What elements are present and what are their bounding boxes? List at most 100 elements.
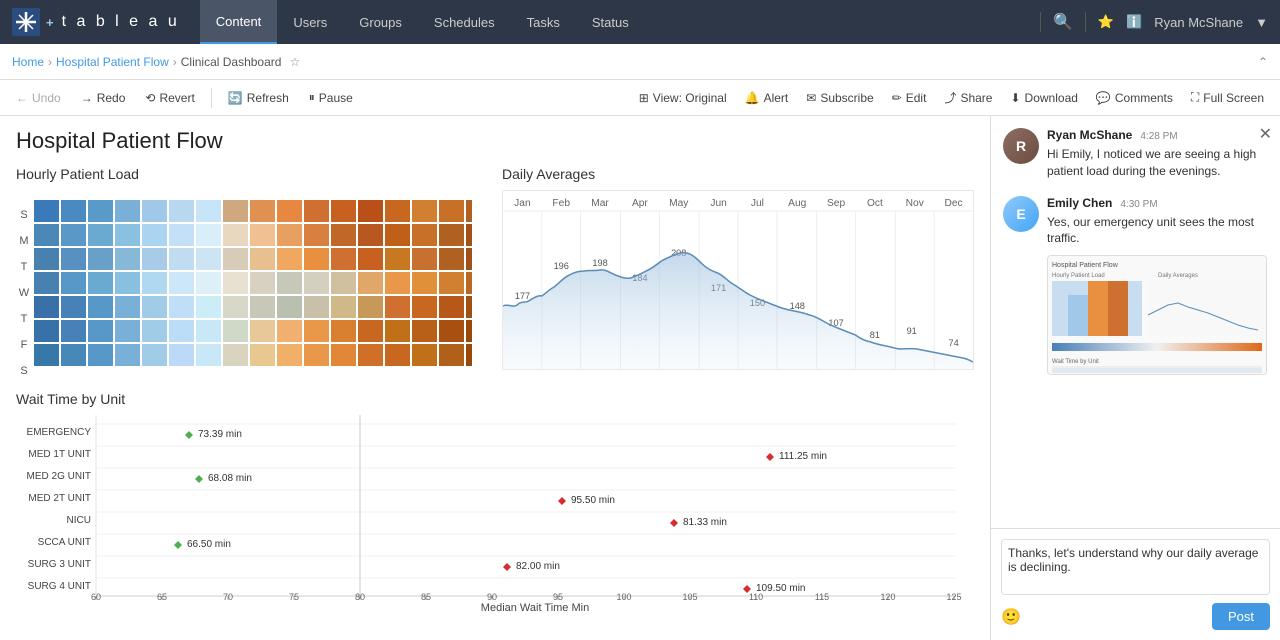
share-button[interactable]: ⤴ Share	[936, 85, 1000, 110]
nav-items: Content Users Groups Schedules Tasks Sta…	[200, 0, 645, 44]
wait-time-section: Wait Time by Unit EMERGENCY MED 1T UNIT …	[16, 391, 974, 614]
svg-text:109.50 min: 109.50 min	[756, 583, 805, 594]
comment-header: Ryan McShane 4:28 PM	[1047, 128, 1268, 142]
svg-text:91: 91	[907, 326, 917, 336]
search-icon[interactable]: 🔍	[1053, 12, 1073, 32]
user-chevron[interactable]: ▼	[1255, 15, 1268, 30]
heatmap-section: Hourly Patient Load S M T W T F S	[16, 166, 486, 375]
star-icon[interactable]: ⭐	[1098, 14, 1114, 30]
charts-row: Hourly Patient Load S M T W T F S	[16, 166, 974, 375]
download-button[interactable]: ⬇ Download	[1002, 87, 1085, 109]
comment-time: 4:28 PM	[1140, 131, 1177, 142]
svg-text:MED 1T UNIT: MED 1T UNIT	[28, 449, 91, 460]
breadcrumb: Home › Hospital Patient Flow › Clinical …	[12, 55, 300, 69]
nav-groups[interactable]: Groups	[343, 0, 418, 44]
comment-content: Emily Chen 4:30 PM Yes, our emergency un…	[1047, 196, 1268, 376]
svg-text:70: 70	[223, 592, 233, 600]
svg-text:EMERGENCY: EMERGENCY	[27, 427, 92, 438]
svg-text:Hospital Patient Flow: Hospital Patient Flow	[1052, 262, 1119, 269]
svg-text:NICU: NICU	[67, 515, 91, 526]
nav-right: 🔍 ⭐ ℹ️ Ryan McShane ▼	[1040, 12, 1268, 32]
pause-button[interactable]: ⏸ Pause	[301, 86, 361, 109]
edit-button[interactable]: ✏ Edit	[884, 87, 935, 109]
heatmap-grid: S M T W T F S	[16, 190, 486, 375]
svg-text:Jan: Jan	[514, 198, 530, 209]
svg-text:148: 148	[790, 301, 805, 311]
thumbnail-svg: Hospital Patient Flow Hourly Patient Loa…	[1048, 255, 1266, 375]
refresh-icon: 🔄	[228, 91, 243, 105]
dashboard: Hospital Patient Flow Hourly Patient Loa…	[0, 116, 990, 640]
svg-text:Hourly Patient Load: Hourly Patient Load	[1052, 273, 1105, 279]
edit-icon: ✏	[892, 91, 902, 105]
svg-text:Aug: Aug	[788, 198, 806, 209]
breadcrumb-current: Clinical Dashboard	[181, 55, 282, 69]
download-icon: ⬇	[1010, 91, 1020, 105]
emoji-icon[interactable]: 🙂	[1001, 607, 1021, 627]
svg-text:W: W	[19, 287, 30, 299]
redo-icon: →	[81, 91, 93, 105]
svg-text:66.50 min: 66.50 min	[187, 539, 231, 550]
refresh-button[interactable]: 🔄 Refresh	[220, 87, 297, 109]
svg-text:120: 120	[880, 592, 895, 600]
info-icon[interactable]: ℹ️	[1126, 14, 1142, 30]
share-icon: ⤴	[944, 89, 956, 106]
redo-button[interactable]: → Redo	[73, 87, 134, 109]
svg-text:73.39 min: 73.39 min	[198, 429, 242, 440]
bookmark-icon[interactable]: ☆	[289, 55, 300, 69]
fullscreen-button[interactable]: ⛶ Full Screen	[1183, 86, 1272, 109]
svg-text:85: 85	[421, 592, 431, 600]
svg-text:T: T	[21, 313, 28, 325]
comment-header: Emily Chen 4:30 PM	[1047, 196, 1268, 210]
svg-text:Jul: Jul	[751, 198, 764, 209]
svg-text:SURG 3 UNIT: SURG 3 UNIT	[28, 559, 91, 570]
comment-time: 4:30 PM	[1120, 199, 1157, 210]
subscribe-button[interactable]: ✉ Subscribe	[798, 87, 881, 109]
breadcrumb-collapse[interactable]: ⌃	[1258, 55, 1268, 69]
top-nav: + t a b l e a u Content Users Groups Sch…	[0, 0, 1280, 44]
close-comments-button[interactable]: ✕	[1259, 124, 1272, 144]
svg-text:S: S	[20, 209, 27, 221]
fullscreen-icon: ⛶	[1191, 90, 1199, 105]
view-button[interactable]: ⊞ View: Original	[631, 87, 735, 109]
user-name[interactable]: Ryan McShane	[1154, 15, 1243, 30]
alert-button[interactable]: 🔔 Alert	[737, 87, 797, 109]
nav-content[interactable]: Content	[200, 0, 278, 44]
breadcrumb-sep-1: ›	[48, 55, 52, 69]
avatar: R	[1003, 128, 1039, 164]
svg-text:105: 105	[682, 592, 697, 600]
svg-text:75: 75	[289, 592, 299, 600]
pause-icon: ⏸	[309, 90, 315, 105]
undo-button[interactable]: ← Undo	[8, 87, 69, 109]
toolbar-sep-1	[211, 88, 212, 108]
breadcrumb-home[interactable]: Home	[12, 55, 44, 69]
commenter-name: Emily Chen	[1047, 196, 1112, 210]
breadcrumb-parent[interactable]: Hospital Patient Flow	[56, 55, 169, 69]
x-axis-title: Median Wait Time Min	[96, 602, 974, 614]
logo: + t a b l e a u	[12, 8, 180, 36]
svg-text:M: M	[19, 235, 28, 247]
wait-title: Wait Time by Unit	[16, 391, 974, 407]
revert-button[interactable]: ⟲ Revert	[137, 87, 202, 109]
svg-text:95.50 min: 95.50 min	[571, 495, 615, 506]
svg-text:81.33 min: 81.33 min	[683, 517, 727, 528]
svg-text:MED 2T UNIT: MED 2T UNIT	[28, 493, 91, 504]
svg-text:MED 2G UNIT: MED 2G UNIT	[27, 471, 91, 482]
toolbar-right: ⊞ View: Original 🔔 Alert ✉ Subscribe ✏ E…	[631, 85, 1272, 110]
svg-text:Nov: Nov	[906, 198, 925, 209]
post-button[interactable]: Post	[1212, 603, 1270, 630]
svg-text:T: T	[21, 261, 28, 273]
svg-text:65: 65	[157, 592, 167, 600]
view-icon: ⊞	[639, 91, 649, 105]
comments-button[interactable]: 💬 Comments	[1088, 87, 1181, 109]
comments-icon: 💬	[1096, 91, 1111, 105]
nav-users[interactable]: Users	[277, 0, 343, 44]
nav-schedules[interactable]: Schedules	[418, 0, 511, 44]
breadcrumb-sep-2: ›	[173, 55, 177, 69]
breadcrumb-bar: Home › Hospital Patient Flow › Clinical …	[0, 44, 1280, 80]
nav-tasks[interactable]: Tasks	[511, 0, 576, 44]
svg-text:Jun: Jun	[710, 198, 726, 209]
nav-status[interactable]: Status	[576, 0, 645, 44]
svg-text:82.00 min: 82.00 min	[516, 561, 560, 572]
comment-input[interactable]	[1001, 539, 1270, 595]
alert-icon: 🔔	[745, 91, 760, 105]
